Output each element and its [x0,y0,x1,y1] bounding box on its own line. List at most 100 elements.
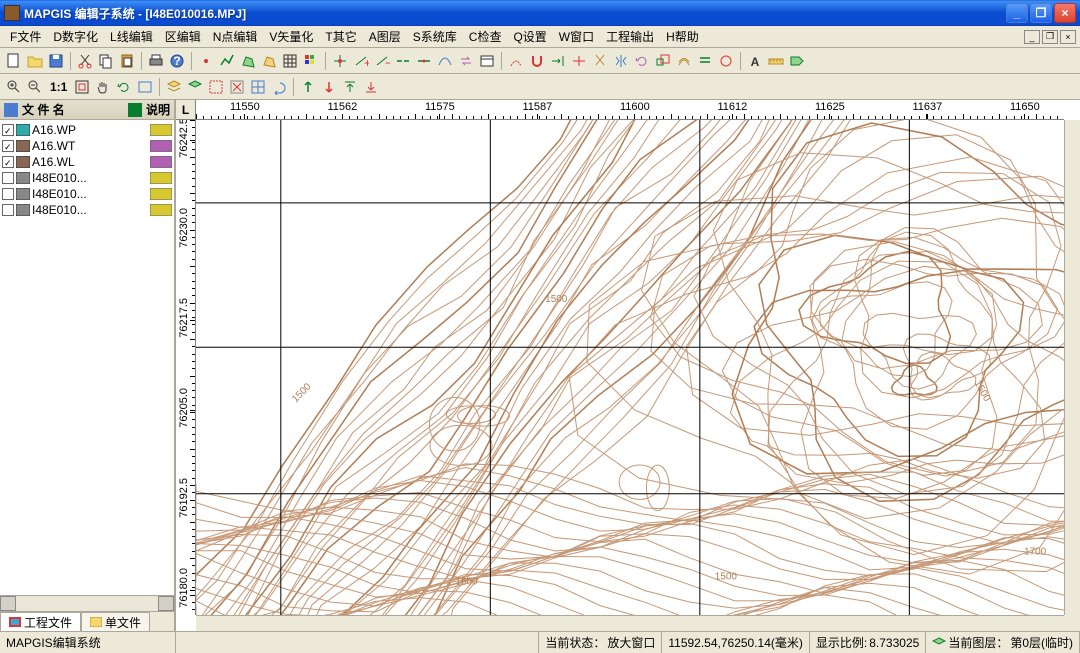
file-item[interactable]: I48E010... [2,170,172,186]
join-line-button[interactable] [414,51,434,71]
measure-button[interactable] [766,51,786,71]
label-button[interactable] [787,51,807,71]
zoom-extent-button[interactable] [72,77,92,97]
scroll-right-button[interactable] [158,596,174,611]
new-button[interactable] [4,51,24,71]
smooth-button[interactable] [435,51,455,71]
file-item[interactable]: I48E010... [2,186,172,202]
file-checkbox[interactable] [2,204,14,216]
file-checkbox[interactable] [2,140,14,152]
line-tool-button[interactable] [217,51,237,71]
zoom-out-button[interactable] [25,77,45,97]
layer-vis-button[interactable] [164,77,184,97]
offset-button[interactable] [674,51,694,71]
pan-button[interactable] [93,77,113,97]
menu-region-edit[interactable]: 区编辑 [159,26,207,47]
map-vscroll[interactable] [1064,120,1080,615]
mdi-close-button[interactable]: × [1060,30,1076,44]
file-item[interactable]: A16.WP [2,122,172,138]
move-point-button[interactable] [330,51,350,71]
table-tool-button[interactable] [280,51,300,71]
print-button[interactable] [146,51,166,71]
polygon-edit-icon [261,53,277,69]
scroll-track[interactable] [16,596,158,611]
tab-single-files[interactable]: 单文件 [81,612,150,631]
file-checkbox[interactable] [2,172,14,184]
up-arrow-button[interactable] [298,77,318,97]
file-checkbox[interactable] [2,188,14,200]
file-checkbox[interactable] [2,156,14,168]
map-hscroll[interactable] [196,615,1064,631]
file-item[interactable]: A16.WT [2,138,172,154]
menu-help[interactable]: H帮助 [660,26,705,47]
down-arrow-button[interactable] [319,77,339,97]
del-point-button[interactable]: − [372,51,392,71]
select-all-button[interactable] [206,77,226,97]
help-button[interactable]: ? [167,51,187,71]
file-item[interactable]: I48E010... [2,202,172,218]
deselect-button[interactable] [227,77,247,97]
region-edit-tool-button[interactable] [259,51,279,71]
reverse-button[interactable] [456,51,476,71]
paste-button[interactable] [117,51,137,71]
close-loop-button[interactable] [716,51,736,71]
bottom-button[interactable] [361,77,381,97]
mdi-restore-button[interactable]: ❐ [1042,30,1058,44]
cut-button[interactable] [75,51,95,71]
file-status-icon [150,124,172,136]
scissors2-button[interactable] [590,51,610,71]
save-button[interactable] [46,51,66,71]
trace-button[interactable] [506,51,526,71]
extend-button[interactable] [548,51,568,71]
close-button[interactable]: × [1054,3,1076,23]
refresh-button[interactable] [114,77,134,97]
trim-button[interactable] [569,51,589,71]
menu-point-edit[interactable]: N点编辑 [207,26,264,47]
menu-other[interactable]: T其它 [319,26,362,47]
map-canvas[interactable]: 1500 1500 1500 1600 1500 1700 [196,120,1064,615]
menu-settings[interactable]: Q设置 [507,26,552,47]
attribute-button[interactable] [477,51,497,71]
scale2-button[interactable] [653,51,673,71]
copy-button[interactable] [96,51,116,71]
scroll-left-button[interactable] [0,596,16,611]
file-item[interactable]: A16.WL [2,154,172,170]
mdi-minimize-button[interactable]: _ [1024,30,1040,44]
region-tool-button[interactable] [238,51,258,71]
folder-open-icon [27,53,43,69]
grid-on-button[interactable] [248,77,268,97]
menu-layer[interactable]: A图层 [363,26,407,47]
color-tool-button[interactable] [301,51,321,71]
menu-check[interactable]: C检查 [463,26,508,47]
top-button[interactable] [340,77,360,97]
sidebar-hscroll[interactable] [0,595,174,611]
snap-button[interactable] [527,51,547,71]
menu-line-edit[interactable]: L线编辑 [104,26,159,47]
text-tool-button[interactable]: A [745,51,765,71]
break-line-button[interactable] [393,51,413,71]
zoom-in-button[interactable] [4,77,24,97]
full-view-button[interactable] [135,77,155,97]
ruler-h-label: 11550 [230,101,260,113]
ruler-vertical: 76242.576230.076217.576205.076192.576180… [176,120,196,615]
menu-digitize[interactable]: D数字化 [47,26,104,47]
maximize-button[interactable]: ❐ [1030,3,1052,23]
rotate-button[interactable] [632,51,652,71]
tab-project-files[interactable]: 工程文件 [0,612,81,631]
menu-project-output[interactable]: 工程输出 [600,26,660,47]
parallel-button[interactable] [695,51,715,71]
attribute-icon [479,53,495,69]
point-tool-button[interactable] [196,51,216,71]
svg-text:?: ? [173,54,180,68]
layer-edit-button[interactable] [185,77,205,97]
minimize-button[interactable]: _ [1006,3,1028,23]
add-point-button[interactable]: + [351,51,371,71]
menu-syslib[interactable]: S系统库 [407,26,463,47]
mirror-button[interactable] [611,51,631,71]
menu-window[interactable]: W窗口 [553,26,600,47]
menu-vectorize[interactable]: V矢量化 [263,26,319,47]
undo-button[interactable] [269,77,289,97]
open-button[interactable] [25,51,45,71]
menu-file[interactable]: F文件 [4,26,47,47]
file-checkbox[interactable] [2,124,14,136]
